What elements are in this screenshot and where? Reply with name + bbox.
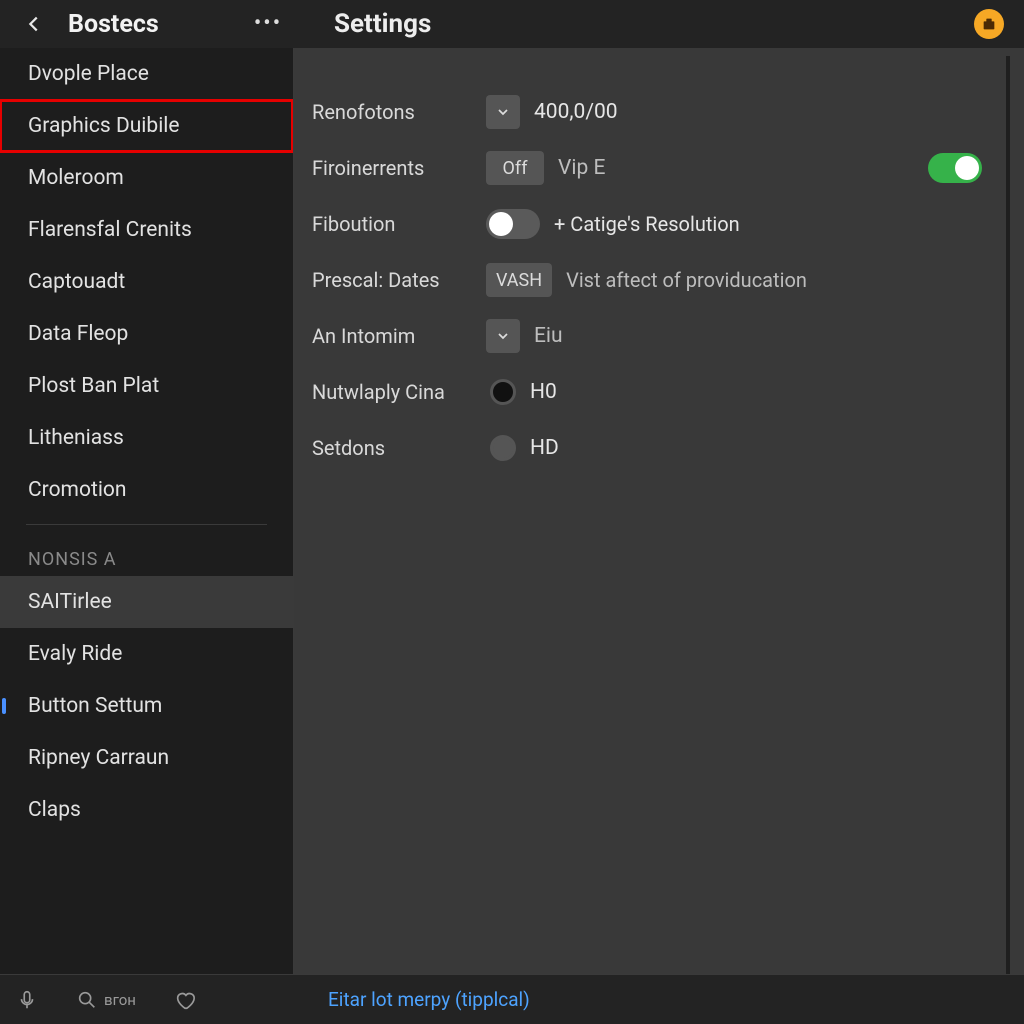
value-text: Eiu	[534, 324, 563, 348]
sidebar-item-dvople-place[interactable]: Dvople Place	[0, 48, 293, 100]
switch-fiboution[interactable]	[486, 209, 540, 239]
sidebar-item-label: Plost Ban Plat	[28, 374, 159, 398]
sidebar-item-plost-ban-plat[interactable]: Plost Ban Plat	[0, 360, 293, 412]
value-text: + Catige's Resolution	[554, 212, 740, 236]
value-text: Vip E	[558, 156, 605, 180]
sidebar-item-label: Moleroom	[28, 166, 124, 190]
sidebar-item-litheniass[interactable]: Litheniass	[0, 412, 293, 464]
bottom-label: вгон	[104, 991, 136, 1009]
sidebar-item-button-settum[interactable]: Button Settum	[0, 680, 293, 732]
sidebar-item-cromotion[interactable]: Cromotion	[0, 464, 293, 516]
switch-firoinerrents[interactable]	[928, 153, 982, 183]
sidebar-item-label: Evaly Ride	[28, 642, 122, 666]
sidebar-item-captouadt[interactable]: Captouadt	[0, 256, 293, 308]
app-title: Bostecs	[68, 10, 234, 39]
bottombar: вгон Eitar lot merpy (tipplcal)	[0, 974, 1024, 1024]
sidebar-item-label: Dvople Place	[28, 62, 149, 86]
pill-off[interactable]: Off	[486, 151, 544, 185]
arrow-left-icon	[23, 13, 45, 35]
topbar-right: Settings	[294, 9, 1024, 39]
chevron-down-icon	[495, 328, 511, 344]
sidebar-item-claps[interactable]: Claps	[0, 784, 293, 836]
dropdown-renofotons[interactable]	[486, 95, 520, 129]
switch-thumb	[489, 212, 513, 236]
radio-hd[interactable]	[490, 435, 516, 461]
row-fiboution: Fiboution + Catige's Resolution	[312, 196, 1006, 252]
row-prescal-dates: Prescal: Dates VASH Vist aftect of provi…	[312, 252, 1006, 308]
bottom-right: Eitar lot merpy (tipplcal)	[294, 988, 1024, 1011]
sidebar-item-graphics-duibile[interactable]: Graphics Duibile	[0, 100, 293, 152]
sidebar-item-label: Graphics Duibile	[28, 114, 180, 138]
back-button[interactable]	[18, 8, 50, 40]
value-text: 400,0/00	[534, 100, 618, 124]
sidebar-item-label: Claps	[28, 798, 81, 822]
sidebar-item-label: Cromotion	[28, 478, 127, 502]
sidebar-item-label: Flarensfal Crenits	[28, 218, 192, 242]
row-label: Fiboution	[312, 212, 486, 236]
row-control: Eiu	[486, 319, 1006, 353]
active-indicator	[2, 698, 6, 714]
row-renofotons: Renofotons 400,0/00	[312, 84, 1006, 140]
more-button[interactable]: •••	[252, 8, 284, 40]
sidebar-item-label: SAITirlee	[28, 590, 112, 614]
row-label: Setdons	[312, 436, 486, 460]
divider	[26, 524, 267, 525]
chevron-down-icon	[495, 104, 511, 120]
footer-link[interactable]: Eitar lot merpy (tipplcal)	[328, 988, 530, 1011]
page-title: Settings	[334, 9, 974, 39]
row-firoinerrents: Firoinerrents Off Vip E	[312, 140, 1006, 196]
sidebar-item-moleroom[interactable]: Moleroom	[0, 152, 293, 204]
radio-h0[interactable]	[490, 379, 516, 405]
value-text: Vist aftect of providucation	[566, 268, 807, 292]
row-control: VASH Vist aftect of providucation	[486, 263, 1006, 297]
row-control: H0	[486, 379, 1006, 405]
heart-icon[interactable]	[174, 989, 196, 1011]
sidebar-item-label: Button Settum	[28, 694, 162, 718]
value-text: HD	[530, 436, 559, 460]
bottom-left: вгон	[0, 989, 294, 1011]
main-panel: Renofotons 400,0/00 Firoinerrents Off Vi…	[294, 48, 1024, 974]
sidebar-item-evaly-ride[interactable]: Evaly Ride	[0, 628, 293, 680]
pill-vash[interactable]: VASH	[486, 263, 552, 297]
topbar-left: Bostecs •••	[0, 8, 294, 40]
sidebar-item-flarensfal-crenits[interactable]: Flarensfal Crenits	[0, 204, 293, 256]
mic-icon[interactable]	[16, 989, 38, 1011]
row-label: Renofotons	[312, 100, 486, 124]
row-label: Nutwlaply Cina	[312, 380, 486, 404]
row-label: Firoinerrents	[312, 156, 486, 180]
sidebar-item-label: Captouadt	[28, 270, 125, 294]
dropdown-an-intomim[interactable]	[486, 319, 520, 353]
sidebar-group-label: NONSIS A	[0, 529, 293, 576]
sidebar-item-label: Ripney Carraun	[28, 746, 169, 770]
sidebar-item-label: Litheniass	[28, 426, 124, 450]
avatar-icon	[981, 16, 997, 32]
row-setdons: Setdons HD	[312, 420, 1006, 476]
body: Dvople Place Graphics Duibile Moleroom F…	[0, 48, 1024, 974]
sidebar-item-label: Data Fleop	[28, 322, 128, 346]
row-control: 400,0/00	[486, 95, 1006, 129]
row-control: Off Vip E	[486, 151, 1006, 185]
row-control: HD	[486, 435, 1006, 461]
switch-thumb	[955, 156, 979, 180]
row-control: + Catige's Resolution	[486, 209, 1006, 239]
avatar[interactable]	[974, 9, 1004, 39]
row-label: Prescal: Dates	[312, 268, 486, 292]
toggle-wrap	[928, 153, 982, 183]
sidebar-item-ripney-carraun[interactable]: Ripney Carraun	[0, 732, 293, 784]
topbar: Bostecs ••• Settings	[0, 0, 1024, 48]
row-nutwlaply-cina: Nutwlaply Cina H0	[312, 364, 1006, 420]
sidebar-item-data-fleop[interactable]: Data Fleop	[0, 308, 293, 360]
value-text: H0	[530, 380, 557, 404]
sidebar-item-saitirlee[interactable]: SAITirlee	[0, 576, 293, 628]
settings-form: Renofotons 400,0/00 Firoinerrents Off Vi…	[294, 56, 1010, 974]
ellipsis-icon: •••	[254, 18, 282, 30]
row-label: An Intomim	[312, 324, 486, 348]
row-an-intomim: An Intomim Eiu	[312, 308, 1006, 364]
search-icon[interactable]: вгон	[76, 989, 136, 1011]
sidebar: Dvople Place Graphics Duibile Moleroom F…	[0, 48, 294, 974]
